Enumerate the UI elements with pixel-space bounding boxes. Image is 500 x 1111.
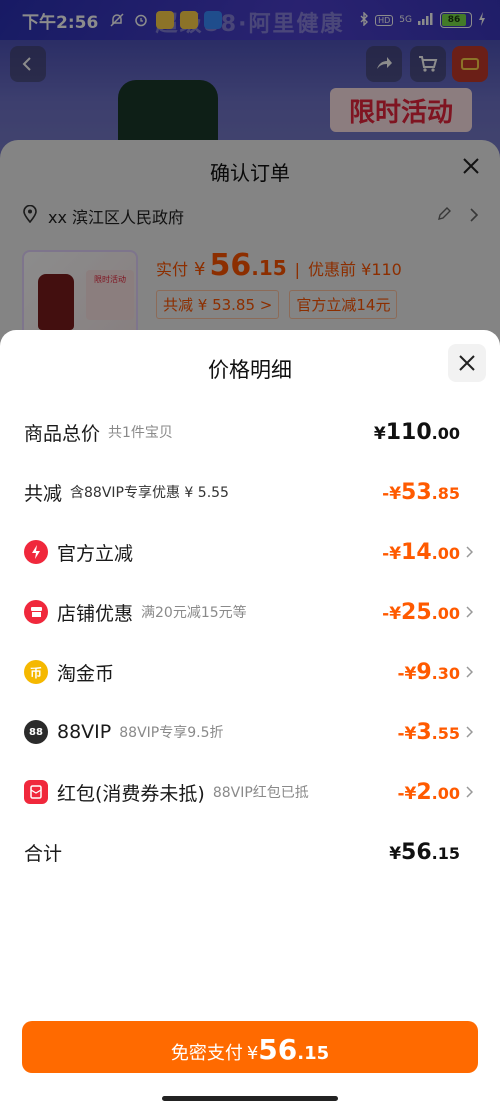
row-label: 商品总价	[24, 422, 101, 445]
row-label: 共减	[24, 482, 63, 505]
pay-button-dec: .15	[297, 1043, 330, 1064]
amount-int: 25	[401, 599, 432, 625]
row-label: 店铺优惠	[57, 602, 134, 625]
row-shop-discount[interactable]: 店铺优惠 满20元减15元等 -¥ 25 .00	[0, 592, 500, 632]
row-amount: -¥ 53 .85	[382, 480, 460, 505]
price-detail-title: 价格明细	[208, 358, 292, 382]
red-packet-icon	[24, 780, 48, 804]
amount-dec: .55	[431, 723, 460, 743]
row-label: 官方立减	[57, 542, 134, 565]
row-label: 红包(消费券未抵)	[57, 782, 205, 805]
amount-int: 110	[385, 419, 432, 445]
row-label: 88VIP	[57, 721, 112, 743]
row-amount: -¥ 2 .00	[397, 780, 460, 805]
price-detail-sheet: 价格明细 商品总价 共1件宝贝 ¥ 110 .00 共减 含88VIP专享优惠 …	[0, 330, 500, 1111]
amount-sign: ¥	[389, 843, 402, 864]
amount-dec: .00	[431, 543, 460, 563]
row-taojinbi[interactable]: 币 淘金币 -¥ 9 .30	[0, 652, 500, 692]
coin-icon: 币	[24, 660, 48, 684]
row-official-discount[interactable]: 官方立减 -¥ 14 .00	[0, 532, 500, 572]
amount-dec: .00	[431, 423, 460, 443]
row-sub: 含88VIP专享优惠 ¥ 5.55	[70, 485, 229, 501]
amount-sign: -¥	[397, 723, 417, 744]
password-free-pay-button[interactable]: 免密支付 ¥ 56 .15	[22, 1021, 478, 1073]
amount-int: 56	[401, 839, 432, 865]
amount-dec: .00	[431, 783, 460, 803]
row-total-discount: 共减 含88VIP专享优惠 ¥ 5.55 -¥ 53 .85	[0, 472, 500, 512]
amount-int: 53	[401, 479, 432, 505]
row-amount: ¥ 110 .00	[374, 420, 460, 445]
row-grand-total: 合计 ¥ 56 .15	[0, 832, 500, 872]
row-sub: 88VIP专享9.5折	[119, 725, 224, 741]
chevron-right-icon	[466, 666, 476, 678]
chevron-right-icon	[466, 606, 476, 618]
amount-sign: -¥	[397, 783, 417, 804]
amount-sign: ¥	[373, 423, 386, 444]
amount-sign: -¥	[382, 603, 402, 624]
pay-button-label: 免密支付	[170, 1043, 243, 1064]
amount-sign: -¥	[397, 663, 417, 684]
row-amount: -¥ 3 .55	[397, 720, 460, 745]
row-amount: -¥ 25 .00	[382, 600, 460, 625]
row-amount: -¥ 9 .30	[397, 660, 460, 685]
row-sub: 88VIP红包已抵	[212, 785, 309, 801]
amount-dec: .85	[431, 483, 460, 503]
amount-int: 2	[416, 779, 432, 805]
home-indicator[interactable]	[162, 1096, 338, 1101]
row-88vip[interactable]: 88 88VIP 88VIP专享9.5折 -¥ 3 .55	[0, 712, 500, 752]
amount-dec: .00	[431, 603, 460, 623]
row-label: 淘金币	[57, 662, 115, 685]
row-amount: ¥ 56 .15	[389, 840, 460, 865]
amount-sign: -¥	[382, 543, 402, 564]
amount-dec: .15	[431, 843, 460, 863]
shop-icon	[24, 600, 48, 624]
close-icon[interactable]	[448, 344, 486, 382]
row-label: 合计	[24, 842, 63, 865]
row-amount: -¥ 14 .00	[382, 540, 460, 565]
row-sub: 满20元减15元等	[141, 605, 247, 621]
chevron-right-icon	[466, 726, 476, 738]
amount-sign: -¥	[382, 483, 402, 504]
pay-button-int: 56	[258, 1033, 298, 1066]
row-sub: 共1件宝贝	[108, 425, 173, 441]
chevron-right-icon	[466, 786, 476, 798]
row-red-packet[interactable]: 红包(消费券未抵) 88VIP红包已抵 -¥ 2 .00	[0, 772, 500, 812]
amount-int: 3	[416, 719, 432, 745]
amount-int: 14	[401, 539, 432, 565]
pay-button-currency: ¥	[246, 1043, 259, 1064]
chevron-right-icon	[466, 546, 476, 558]
amount-dec: .30	[431, 663, 460, 683]
lightning-icon	[24, 540, 48, 564]
vip-badge-icon: 88	[24, 720, 48, 744]
amount-int: 9	[416, 659, 432, 685]
row-total-price: 商品总价 共1件宝贝 ¥ 110 .00	[0, 412, 500, 452]
